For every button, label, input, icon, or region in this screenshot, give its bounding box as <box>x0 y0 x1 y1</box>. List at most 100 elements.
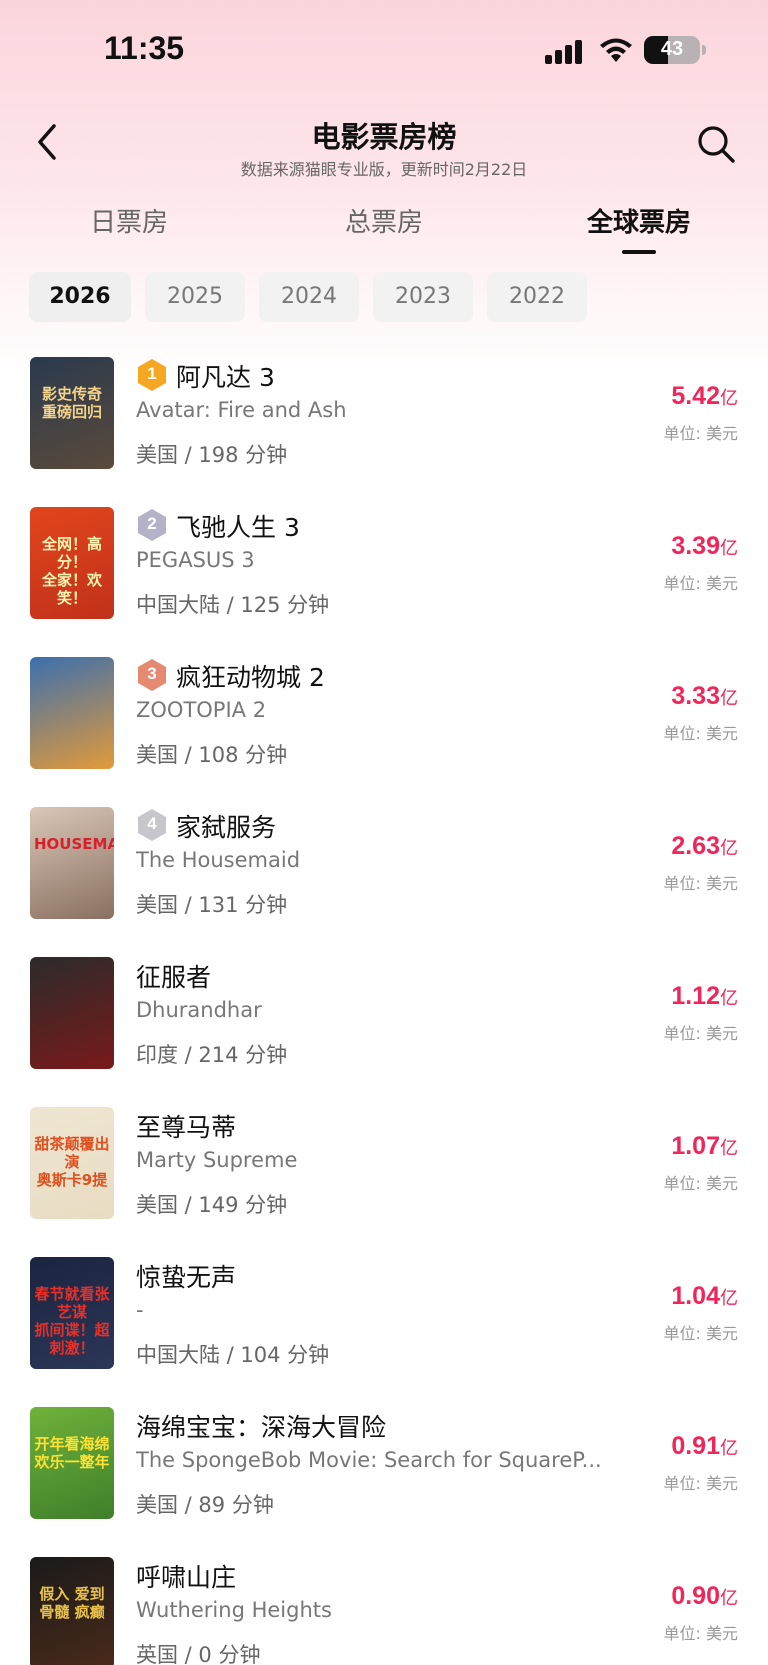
rank-badge-icon: 4 <box>136 808 168 842</box>
poster-caption: HOUSEMAID <box>34 835 114 853</box>
movie-poster: HOUSEMAID <box>30 807 114 919</box>
currency-unit-label: 单位: 美元 <box>663 574 738 593</box>
rank-number: 4 <box>147 814 157 833</box>
movie-row[interactable]: 甜茶颠覆出演 奥斯卡9提 至尊马蒂 Marty Supreme 美国 / 149 分钟… <box>0 1104 768 1254</box>
movie-row[interactable]: 影史传奇 重磅回归 1 阿凡达 3 Avatar: Fire and Ash 美国 / … <box>0 354 768 504</box>
movie-poster: 开年看海绵 欢乐一整年 <box>30 1407 114 1519</box>
amount-unit: 亿 <box>720 1288 738 1309</box>
box-office-amount: 5.42亿 <box>671 382 738 411</box>
poster-caption: 影史传奇 重磅回归 <box>41 385 102 421</box>
header: 电影票房榜 数据来源猫眼专业版，更新时间2月22日 <box>0 100 768 190</box>
movie-row[interactable]: 全网！高分！ 全家！欢笑！ 2 飞驰人生 3 PEGASUS 3 中国大陆 / 125 … <box>0 504 768 654</box>
movie-row[interactable]: HOUSEMAID 4 家弑服务 The Housemaid 美国 / 131 分钟 2.… <box>0 804 768 954</box>
amount-value: 1.04 <box>671 1282 720 1310</box>
box-office-amount: 1.04亿 <box>671 1282 738 1311</box>
currency-unit-label: 单位: 美元 <box>663 1324 738 1343</box>
amount-unit: 亿 <box>720 838 738 859</box>
box-office-amount: 1.07亿 <box>671 1132 738 1161</box>
amount-value: 0.91 <box>671 1432 720 1460</box>
rank-badge-icon: 3 <box>136 658 168 692</box>
movie-title: 飞驰人生 3 <box>176 513 300 542</box>
poster-caption: 甜茶颠覆出演 奥斯卡9提 <box>34 1135 110 1189</box>
tab-total-box-office[interactable]: 总票房 <box>345 202 423 239</box>
movie-poster: 甜茶颠覆出演 奥斯卡9提 <box>30 1107 114 1219</box>
currency-unit-label: 单位: 美元 <box>663 1624 738 1643</box>
movie-title: 海绵宝宝：深海大冒险 <box>136 1413 387 1442</box>
amount-value: 3.33 <box>671 682 720 710</box>
movie-region-duration: 英国 / 0 分钟 <box>136 1643 261 1665</box>
box-office-amount: 3.39亿 <box>671 532 738 561</box>
poster-caption: 假入 爱到 骨髓 疯癫 <box>39 1585 105 1621</box>
movie-row[interactable]: 开年看海绵 欢乐一整年 海绵宝宝：深海大冒险 The SpongeBob Movie… <box>0 1404 768 1554</box>
search-icon[interactable] <box>694 122 738 166</box>
page-subtitle: 数据来源猫眼专业版，更新时间2月22日 <box>240 160 528 179</box>
movie-poster: 全网！高分！ 全家！欢笑！ <box>30 507 114 619</box>
currency-unit-label: 单位: 美元 <box>663 1474 738 1493</box>
rank-badge-icon: 1 <box>136 358 168 392</box>
movie-row[interactable]: 征服者 Dhurandhar 印度 / 214 分钟 1.12亿单位: 美元 <box>0 954 768 1104</box>
movie-english-title: PEGASUS 3 <box>136 548 255 572</box>
movie-english-title: Avatar: Fire and Ash <box>136 398 347 422</box>
amount-unit: 亿 <box>720 1138 738 1159</box>
currency-unit-label: 单位: 美元 <box>663 424 738 443</box>
poster-caption: 全网！高分！ 全家！欢笑！ <box>41 535 102 607</box>
movie-row[interactable]: 3 疯狂动物城 2 ZOOTOPIA 2 美国 / 108 分钟 3.33亿 单位: 美元 <box>0 654 768 804</box>
year-chip-2025[interactable]: 2025 <box>145 272 245 322</box>
movie-region-duration: 中国大陆 / 104 分钟 <box>136 1343 330 1367</box>
currency-unit-label: 单位: 美元 <box>663 1024 738 1043</box>
box-office-amount: 0.90亿 <box>671 1582 738 1611</box>
amount-unit: 亿 <box>720 1438 738 1459</box>
movie-english-title: Marty Supreme <box>136 1148 298 1172</box>
poster-caption: 春节就看张艺谋 抓间谍！超刺激！ <box>34 1285 110 1357</box>
active-tab-indicator <box>622 250 656 254</box>
rank-number: 1 <box>147 364 157 383</box>
amount-unit: 亿 <box>720 538 738 559</box>
rank-number: 2 <box>147 514 157 533</box>
movie-poster: 假入 爱到 骨髓 疯癫 <box>30 1557 114 1665</box>
tab-global-box-office[interactable]: 全球票房 <box>587 202 691 239</box>
amount-value: 5.42 <box>671 382 720 410</box>
amount-value: 3.39 <box>671 532 720 560</box>
amount-value: 2.63 <box>671 832 720 860</box>
movie-title: 征服者 <box>136 963 212 992</box>
year-chip-2024[interactable]: 2024 <box>259 272 359 322</box>
year-chip-2023[interactable]: 2023 <box>373 272 473 322</box>
movie-row[interactable]: 春节就看张艺谋 抓间谍！超刺激！ 惊蛰无声 - 中国大陆 / 104 分钟 1.04亿单… <box>0 1254 768 1404</box>
movie-poster <box>30 657 114 769</box>
currency-unit-label: 单位: 美元 <box>663 1174 738 1193</box>
year-chip-2022[interactable]: 2022 <box>487 272 587 322</box>
movie-poster: 春节就看张艺谋 抓间谍！超刺激！ <box>30 1257 114 1369</box>
currency-unit-label: 单位: 美元 <box>663 724 738 743</box>
battery-tip <box>702 45 706 55</box>
movie-region-duration: 中国大陆 / 125 分钟 <box>136 593 330 617</box>
movie-region-duration: 美国 / 89 分钟 <box>136 1493 274 1517</box>
amount-value: 1.12 <box>671 982 720 1010</box>
battery-level: 43 <box>660 38 684 60</box>
rank-badge-icon: 2 <box>136 508 168 542</box>
movie-poster <box>30 957 114 1069</box>
movie-english-title: The Housemaid <box>136 848 301 872</box>
movie-english-title: Wuthering Heights <box>136 1598 332 1622</box>
amount-value: 1.07 <box>671 1132 720 1160</box>
movie-title: 阿凡达 3 <box>176 363 275 392</box>
movie-english-title: Dhurandhar <box>136 998 262 1022</box>
movie-title: 惊蛰无声 <box>136 1263 237 1292</box>
movie-title: 呼啸山庄 <box>136 1563 237 1592</box>
currency-unit-label: 单位: 美元 <box>663 874 738 893</box>
tab-daily-box-office[interactable]: 日票房 <box>90 202 168 239</box>
movie-english-title: ZOOTOPIA 2 <box>136 698 267 722</box>
movie-row[interactable]: 假入 爱到 骨髓 疯癫 呼啸山庄 Wuthering Heights 英国 / 0 分… <box>0 1554 768 1665</box>
amount-unit: 亿 <box>720 988 738 1009</box>
box-office-amount: 1.12亿 <box>671 982 738 1011</box>
movie-poster: 影史传奇 重磅回归 <box>30 357 114 469</box>
movie-region-duration: 美国 / 198 分钟 <box>136 443 288 467</box>
year-chip-2026[interactable]: 2026 <box>29 272 131 322</box>
movie-region-duration: 印度 / 214 分钟 <box>136 1043 288 1067</box>
movie-region-duration: 美国 / 131 分钟 <box>136 893 288 917</box>
movie-title: 疯狂动物城 2 <box>176 663 325 692</box>
box-office-amount: 0.91亿 <box>671 1432 738 1461</box>
movie-title: 家弑服务 <box>176 813 277 842</box>
box-office-amount: 3.33亿 <box>671 682 738 711</box>
movie-title: 至尊马蒂 <box>136 1113 237 1142</box>
movie-region-duration: 美国 / 149 分钟 <box>136 1193 288 1217</box>
